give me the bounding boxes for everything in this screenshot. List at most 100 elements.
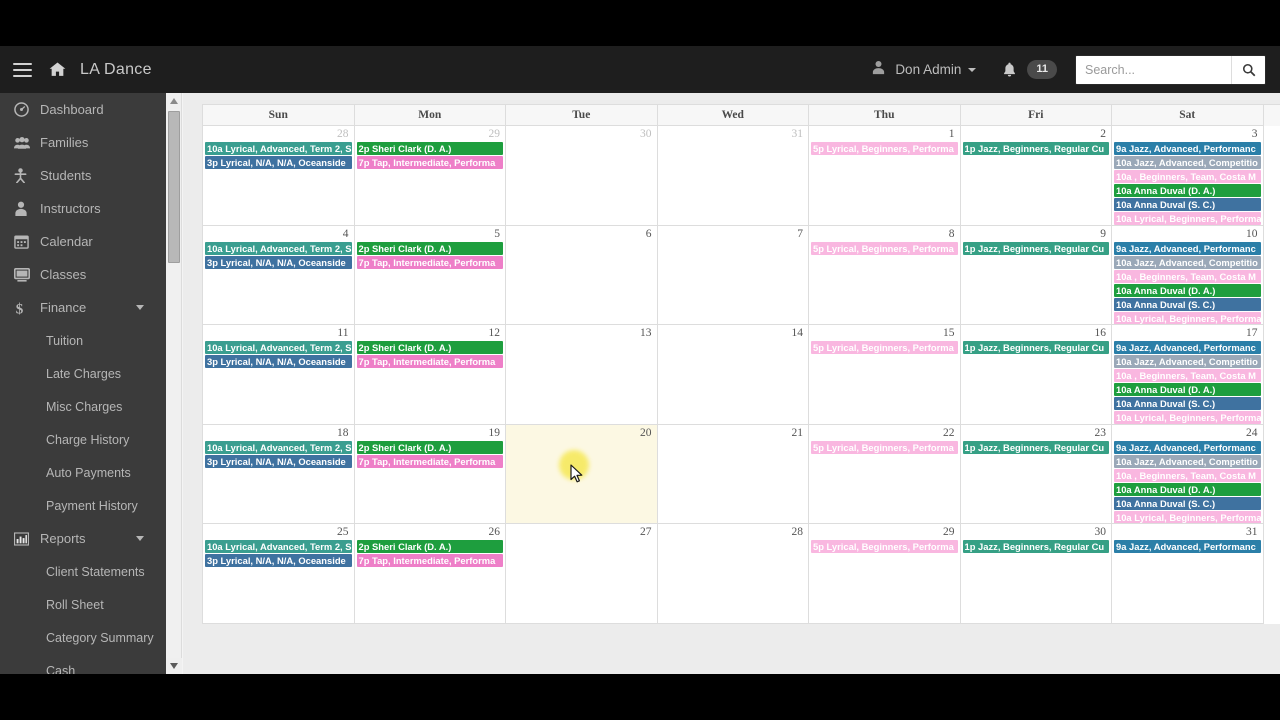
calendar-day-cell[interactable]: 7	[657, 225, 809, 325]
calendar-event[interactable]: 10a , Beginners, Team, Costa M	[1114, 170, 1261, 183]
calendar-event[interactable]: 1p Jazz, Beginners, Regular Cu	[962, 241, 1109, 255]
scroll-down-arrow-icon[interactable]	[166, 658, 182, 674]
calendar-event[interactable]: 9a Jazz, Advanced, Performanc	[1114, 241, 1261, 255]
calendar-event[interactable]: 1p Jazz, Beginners, Regular Cu	[962, 540, 1109, 553]
calendar-event[interactable]: 9a Jazz, Advanced, Performanc	[1114, 540, 1261, 553]
calendar-event[interactable]: 10a , Beginners, Team, Costa M	[1114, 468, 1261, 482]
calendar-day-cell[interactable]: 9 1p Jazz, Beginners, Regular Cu	[960, 225, 1112, 325]
sidebar-item-calendar[interactable]: Calendar	[0, 225, 166, 258]
calendar-event[interactable]: 10a Anna Duval (D. A.)	[1114, 383, 1261, 396]
calendar-event[interactable]: 10a , Beginners, Team, Costa M	[1114, 369, 1261, 382]
calendar-event[interactable]: 2p Sheri Clark (D. A.)	[356, 142, 503, 155]
calendar-day-cell[interactable]: 26 2p Sheri Clark (D. A.) 7p Tap, Intermed…	[354, 524, 506, 624]
sidebar-item-students[interactable]: Students	[0, 159, 166, 192]
calendar-event[interactable]: 10a Lyrical, Beginners, Performa	[1114, 510, 1261, 524]
calendar-event[interactable]: 10a Lyrical, Beginners, Performa	[1114, 212, 1261, 225]
calendar-event[interactable]: 5p Lyrical, Beginners, Performa	[811, 341, 958, 354]
calendar-event[interactable]: 10a Lyrical, Advanced, Term 2, S	[205, 440, 352, 454]
calendar-event[interactable]: 7p Tap, Intermediate, Performa	[356, 255, 503, 269]
calendar-day-cell[interactable]: 13	[506, 325, 658, 425]
sidebar-item-classes[interactable]: Classes	[0, 258, 166, 291]
home-icon[interactable]	[44, 46, 70, 93]
sidebar-item-late-charges[interactable]: Late Charges	[0, 357, 166, 390]
calendar-day-cell[interactable]: 27	[506, 524, 658, 624]
scroll-up-arrow-icon[interactable]	[166, 93, 181, 109]
calendar-event[interactable]: 10a Jazz, Advanced, Competitio	[1114, 454, 1261, 468]
calendar-day-cell[interactable]: 31 9a Jazz, Advanced, Performanc	[1112, 524, 1264, 624]
calendar-event[interactable]: 10a Anna Duval (D. A.)	[1114, 184, 1261, 197]
calendar-event[interactable]: 10a Lyrical, Beginners, Performa	[1114, 311, 1261, 325]
calendar-event[interactable]: 9a Jazz, Advanced, Performanc	[1114, 142, 1261, 155]
calendar-day-cell[interactable]: 12 2p Sheri Clark (D. A.) 7p Tap, Intermed…	[354, 325, 506, 425]
calendar-day-cell[interactable]: 16 1p Jazz, Beginners, Regular Cu	[960, 325, 1112, 425]
calendar-event[interactable]: 7p Tap, Intermediate, Performa	[356, 454, 503, 468]
calendar-day-cell-today[interactable]: 20	[506, 424, 658, 524]
sidebar-item-cash[interactable]: Cash	[0, 654, 166, 675]
sidebar-item-client-statements[interactable]: Client Statements	[0, 555, 166, 588]
calendar-day-cell[interactable]: 19 2p Sheri Clark (D. A.) 7p Tap, Intermed…	[354, 424, 506, 524]
sidebar-item-reports[interactable]: Reports	[0, 522, 166, 555]
calendar-event[interactable]: 10a , Beginners, Team, Costa M	[1114, 269, 1261, 283]
calendar-event[interactable]: 10a Lyrical, Advanced, Term 2, S	[205, 540, 352, 553]
calendar-event[interactable]: 10a Anna Duval (S. C.)	[1114, 297, 1261, 311]
calendar-event[interactable]: 2p Sheri Clark (D. A.)	[356, 341, 503, 354]
calendar-day-cell[interactable]: 8 5p Lyrical, Beginners, Performa	[809, 225, 961, 325]
sidebar-item-roll-sheet[interactable]: Roll Sheet	[0, 588, 166, 621]
sidebar-item-instructors[interactable]: Instructors	[0, 192, 166, 225]
calendar-event[interactable]: 10a Lyrical, Beginners, Performa	[1114, 411, 1261, 424]
calendar-event[interactable]: 10a Lyrical, Advanced, Term 2, S	[205, 341, 352, 354]
sidebar-item-payment-history[interactable]: Payment History	[0, 489, 166, 522]
calendar-event[interactable]: 10a Jazz, Advanced, Competitio	[1114, 255, 1261, 269]
calendar-event[interactable]: 2p Sheri Clark (D. A.)	[356, 241, 503, 255]
calendar-day-cell[interactable]: 2 1p Jazz, Beginners, Regular Cu	[960, 126, 1112, 226]
calendar-event[interactable]: 10a Anna Duval (S. C.)	[1114, 397, 1261, 410]
search-button[interactable]	[1231, 55, 1265, 84]
calendar-day-cell[interactable]: 4 10a Lyrical, Advanced, Term 2, S 3p Lyri…	[203, 225, 355, 325]
sidebar-item-charge-history[interactable]: Charge History	[0, 423, 166, 456]
calendar-day-cell[interactable]: 17 9a Jazz, Advanced, Performanc 10a Jazz,…	[1112, 325, 1264, 425]
calendar-event[interactable]: 3p Lyrical, N/A, N/A, Oceanside	[205, 554, 352, 567]
calendar-event[interactable]: 3p Lyrical, N/A, N/A, Oceanside	[205, 454, 352, 468]
sidebar-item-finance[interactable]: $ Finance	[0, 291, 166, 324]
calendar-event[interactable]: 10a Anna Duval (D. A.)	[1114, 482, 1261, 496]
calendar-event[interactable]: 3p Lyrical, N/A, N/A, Oceanside	[205, 255, 352, 269]
calendar-day-cell[interactable]: 28 10a Lyrical, Advanced, Term 2, S 3p Lyr…	[203, 126, 355, 226]
scrollbar-thumb[interactable]	[168, 111, 180, 263]
calendar-day-cell[interactable]: 21	[657, 424, 809, 524]
calendar-day-cell[interactable]: 3 9a Jazz, Advanced, Performanc 10a Jazz, …	[1112, 126, 1264, 226]
sidebar-item-families[interactable]: Families	[0, 126, 166, 159]
calendar-event[interactable]: 3p Lyrical, N/A, N/A, Oceanside	[205, 355, 352, 368]
sidebar-item-dashboard[interactable]: Dashboard	[0, 93, 166, 126]
calendar-event[interactable]: 3p Lyrical, N/A, N/A, Oceanside	[205, 156, 352, 169]
calendar-event[interactable]: 7p Tap, Intermediate, Performa	[356, 355, 503, 368]
calendar-event[interactable]: 9a Jazz, Advanced, Performanc	[1114, 341, 1261, 354]
calendar-event[interactable]: 10a Lyrical, Advanced, Term 2, S	[205, 241, 352, 255]
calendar-event[interactable]: 7p Tap, Intermediate, Performa	[356, 156, 503, 169]
calendar-event[interactable]: 7p Tap, Intermediate, Performa	[356, 554, 503, 567]
calendar-event[interactable]: 10a Jazz, Advanced, Competitio	[1114, 156, 1261, 169]
calendar-day-cell[interactable]: 15 5p Lyrical, Beginners, Performa	[809, 325, 961, 425]
calendar-day-cell[interactable]: 25 10a Lyrical, Advanced, Term 2, S 3p Lyr…	[203, 524, 355, 624]
calendar-event[interactable]: 5p Lyrical, Beginners, Performa	[811, 540, 958, 553]
calendar-day-cell[interactable]: 18 10a Lyrical, Advanced, Term 2, S 3p Lyr…	[203, 424, 355, 524]
calendar-day-cell[interactable]: 14	[657, 325, 809, 425]
calendar-event[interactable]: 9a Jazz, Advanced, Performanc	[1114, 440, 1261, 454]
calendar-event[interactable]: 10a Anna Duval (D. A.)	[1114, 283, 1261, 297]
calendar-event[interactable]: 2p Sheri Clark (D. A.)	[356, 540, 503, 553]
calendar-event[interactable]: 5p Lyrical, Beginners, Performa	[811, 440, 958, 454]
calendar-day-cell[interactable]: 29 2p Sheri Clark (D. A.) 7p Tap, Intermed…	[354, 126, 506, 226]
calendar-day-cell[interactable]: 28	[657, 524, 809, 624]
calendar-event[interactable]: 2p Sheri Clark (D. A.)	[356, 440, 503, 454]
user-menu[interactable]: Don Admin	[871, 60, 977, 80]
hamburger-menu-icon[interactable]	[0, 46, 44, 93]
calendar-day-cell[interactable]: 24 9a Jazz, Advanced, Performanc 10a Jazz,…	[1112, 424, 1264, 524]
calendar-event[interactable]: 5p Lyrical, Beginners, Performa	[811, 241, 958, 255]
calendar-event[interactable]: 10a Lyrical, Advanced, Term 2, S	[205, 142, 352, 155]
sidebar-item-misc-charges[interactable]: Misc Charges	[0, 390, 166, 423]
calendar-day-cell[interactable]: 11 10a Lyrical, Advanced, Term 2, S 3p Lyr…	[203, 325, 355, 425]
calendar-day-cell[interactable]: 1 5p Lyrical, Beginners, Performa	[809, 126, 961, 226]
calendar-day-cell[interactable]: 30	[506, 126, 658, 226]
sidebar-item-category-summary[interactable]: Category Summary	[0, 621, 166, 654]
sidebar-item-tuition[interactable]: Tuition	[0, 324, 166, 357]
calendar-event[interactable]: 1p Jazz, Beginners, Regular Cu	[962, 440, 1109, 454]
